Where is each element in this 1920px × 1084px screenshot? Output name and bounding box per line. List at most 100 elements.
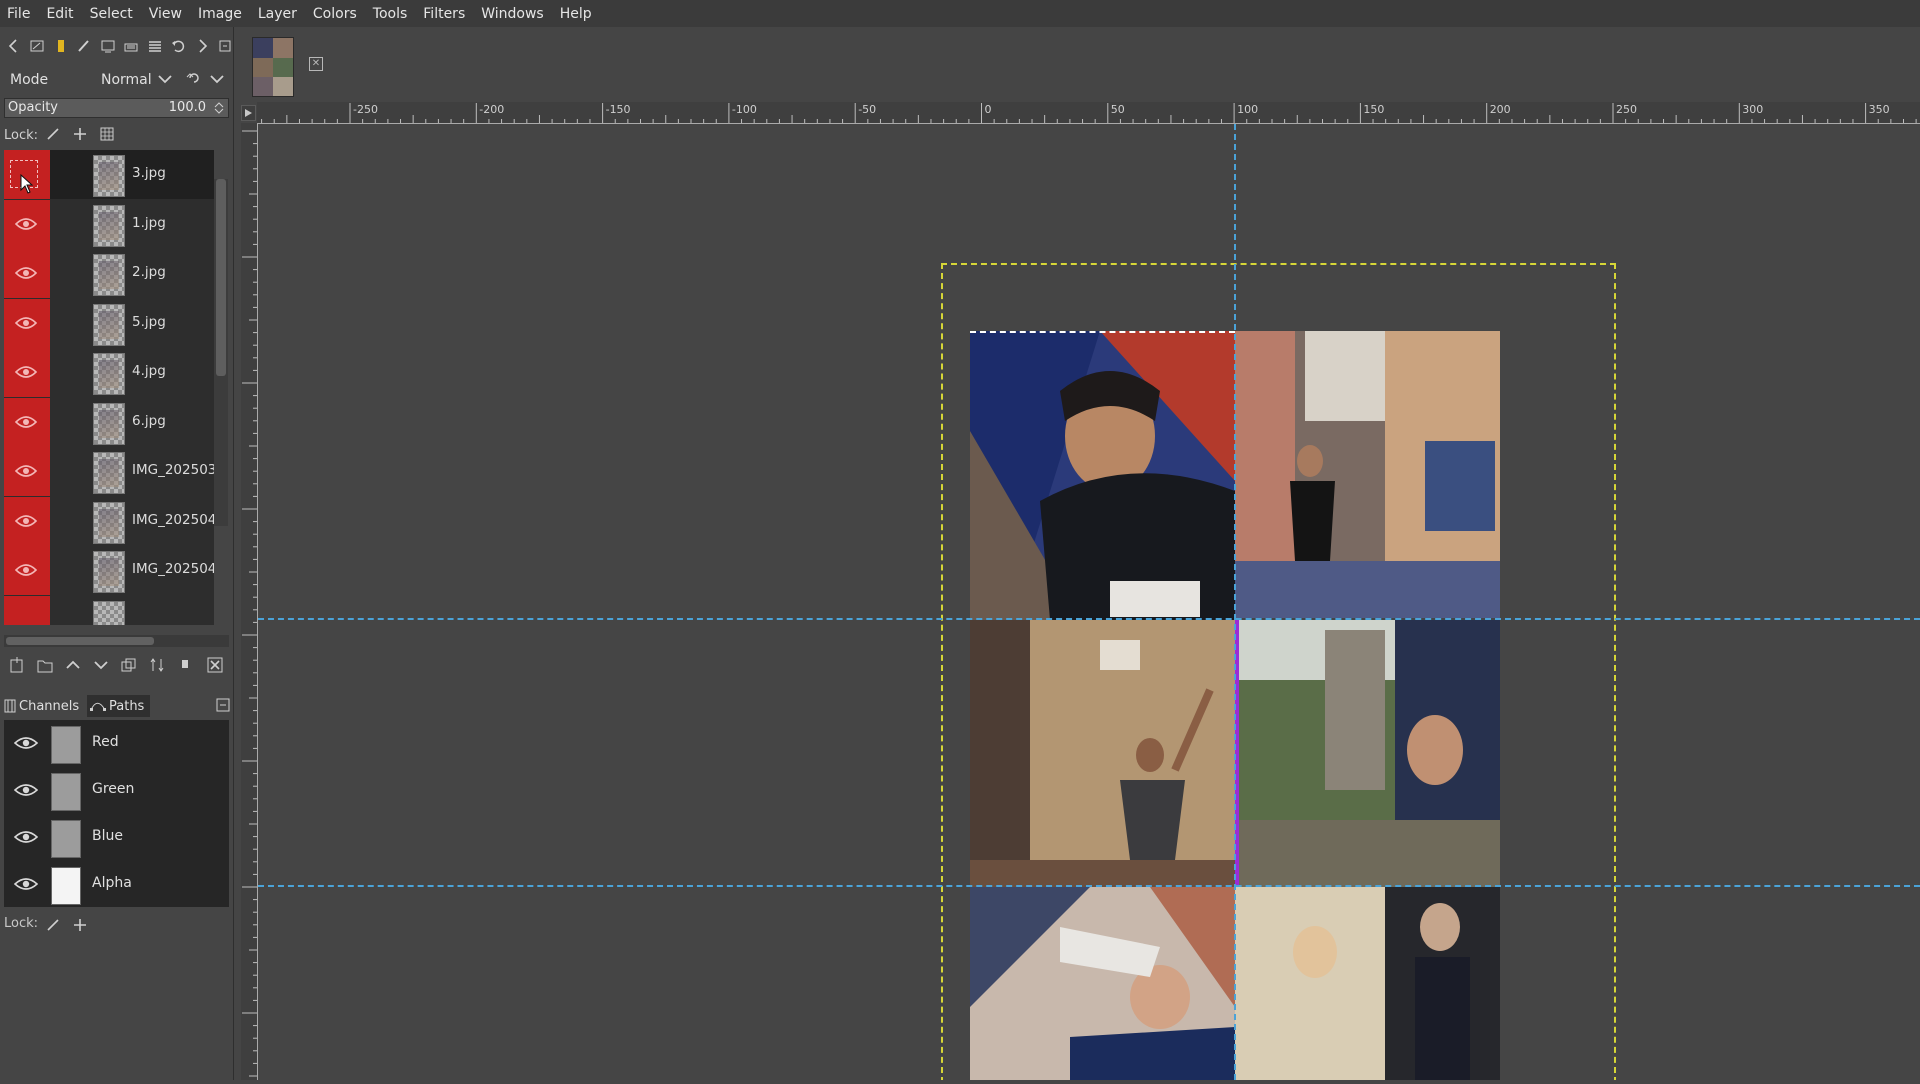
layer-visibility-toggle[interactable] [4, 348, 50, 397]
layer-name[interactable]: 4.jpg [132, 363, 166, 379]
scrollbar-thumb[interactable] [6, 637, 154, 645]
layer-name[interactable]: 2.jpg [132, 264, 166, 280]
menu-help[interactable]: Help [552, 6, 600, 22]
layer-visibility-toggle[interactable] [4, 249, 50, 298]
layer-visibility-toggle[interactable] [4, 447, 50, 496]
menu-edit[interactable]: Edit [38, 6, 81, 22]
duplicate-layer-icon[interactable] [120, 656, 138, 674]
horizontal-guide[interactable] [258, 885, 1920, 887]
menu-windows[interactable]: Windows [473, 6, 552, 22]
dock-menu-icon[interactable] [216, 698, 230, 716]
layer-thumbnail[interactable] [93, 205, 125, 247]
close-icon[interactable]: ✕ [309, 57, 323, 71]
horizontal-ruler[interactable]: -250 -200 -150 -100 -50 0 50 100 150 200 250 300 350 [257, 102, 1920, 124]
dock-menu-icon[interactable] [215, 35, 237, 57]
eye-icon[interactable] [14, 876, 38, 892]
layer-visibility-toggle[interactable] [4, 596, 50, 625]
lock-position-icon[interactable] [73, 127, 87, 145]
vertical-guide[interactable] [1234, 124, 1236, 1080]
opacity-slider[interactable]: Opacity 100.0 [4, 98, 229, 118]
horizontal-guide[interactable] [258, 618, 1920, 620]
brushes-tab-icon[interactable] [50, 35, 72, 57]
layer-mask-icon[interactable] [176, 656, 194, 674]
layer-name[interactable]: IMG_202503 [132, 462, 214, 478]
layer-row[interactable]: IMG_202503 [4, 447, 214, 496]
undo-history-tab-icon[interactable] [168, 35, 190, 57]
layer-thumbnail[interactable] [93, 254, 125, 296]
layer-thumbnail[interactable] [93, 155, 125, 197]
layer-row[interactable]: 1.jpg [4, 200, 214, 249]
image-canvas[interactable] [258, 124, 1920, 1080]
new-layer-group-icon[interactable] [36, 656, 54, 674]
layer-name[interactable]: 3.jpg [132, 165, 166, 181]
layer-name[interactable]: 5.jpg [132, 314, 166, 330]
lower-layer-icon[interactable] [92, 656, 110, 674]
layer-name[interactable]: IMG_202504 [132, 561, 214, 577]
chevron-down-icon[interactable] [157, 71, 173, 91]
eye-icon[interactable] [14, 735, 38, 751]
lock-pixels-icon[interactable] [46, 127, 60, 145]
menu-image[interactable]: Image [190, 6, 250, 22]
new-layer-icon[interactable] [8, 656, 26, 674]
menu-select[interactable]: Select [82, 6, 141, 22]
menu-file[interactable]: File [0, 6, 38, 22]
layer-thumbnail[interactable] [93, 551, 125, 593]
spin-arrows-icon[interactable] [214, 101, 224, 119]
mode-select[interactable]: Normal [101, 72, 152, 88]
layer-thumbnail[interactable] [93, 502, 125, 544]
layer-visibility-toggle[interactable] [4, 299, 50, 348]
scrollbar-thumb[interactable] [216, 179, 226, 376]
delete-layer-icon[interactable] [206, 656, 224, 674]
ruler-corner-toggle[interactable] [241, 105, 256, 121]
layer-row[interactable]: IMG_202504 [4, 497, 214, 546]
chevron-left-icon[interactable] [3, 35, 25, 57]
layers-vertical-scrollbar[interactable] [214, 179, 228, 526]
layer-visibility-toggle[interactable] [4, 150, 50, 199]
image-tab-thumbnail[interactable] [252, 37, 294, 97]
layer-row[interactable]: 6.jpg [4, 398, 214, 447]
vertical-ruler[interactable] [241, 123, 258, 1080]
layer-thumbnail[interactable] [93, 452, 125, 494]
layers-tab-icon[interactable] [144, 35, 166, 57]
menu-filters[interactable]: Filters [415, 6, 473, 22]
raise-layer-icon[interactable] [64, 656, 82, 674]
layer-row[interactable] [4, 596, 214, 625]
chevron-down-icon[interactable] [209, 71, 225, 91]
layer-row[interactable]: 3.jpg [4, 150, 214, 199]
layer-row[interactable]: 5.jpg [4, 299, 214, 348]
opacity-value[interactable]: 100.0 [169, 100, 206, 115]
channel-row[interactable]: Alpha [4, 861, 229, 908]
paintbrush-tab-icon[interactable] [74, 35, 96, 57]
channel-row[interactable]: Blue [4, 814, 229, 861]
layer-visibility-toggle[interactable] [4, 398, 50, 447]
lock-position-icon[interactable] [73, 918, 87, 936]
layer-thumbnail[interactable] [93, 353, 125, 395]
layer-thumbnail[interactable] [93, 304, 125, 346]
menu-tools[interactable]: Tools [365, 6, 416, 22]
patterns-tab-icon[interactable] [97, 35, 119, 57]
anchor-layer-icon[interactable] [148, 656, 166, 674]
reset-mode-icon[interactable] [186, 70, 202, 90]
layer-thumbnail[interactable] [93, 601, 125, 625]
channel-row[interactable]: Red [4, 720, 229, 767]
layer-visibility-toggle[interactable] [4, 497, 50, 546]
tool-options-tab-icon[interactable] [27, 35, 49, 57]
menu-view[interactable]: View [141, 6, 190, 22]
layer-visibility-toggle[interactable] [4, 200, 50, 249]
eye-icon[interactable] [14, 829, 38, 845]
fonts-tab-icon[interactable] [121, 35, 143, 57]
menu-layer[interactable]: Layer [250, 6, 305, 22]
lock-alpha-icon[interactable] [100, 127, 114, 145]
eye-icon[interactable] [14, 782, 38, 798]
layer-name[interactable]: 1.jpg [132, 215, 166, 231]
layer-row[interactable]: 2.jpg [4, 249, 214, 298]
layer-name[interactable]: 6.jpg [132, 413, 166, 429]
layer-row[interactable]: IMG_202504 [4, 546, 214, 595]
layers-horizontal-scrollbar[interactable] [4, 635, 229, 647]
layer-visibility-toggle[interactable] [4, 546, 50, 595]
menu-colors[interactable]: Colors [305, 6, 365, 22]
tab-channels[interactable]: Channels [4, 695, 79, 717]
channel-row[interactable]: Green [4, 767, 229, 814]
chevron-right-icon[interactable] [191, 35, 213, 57]
tab-paths[interactable]: Paths [87, 695, 151, 717]
